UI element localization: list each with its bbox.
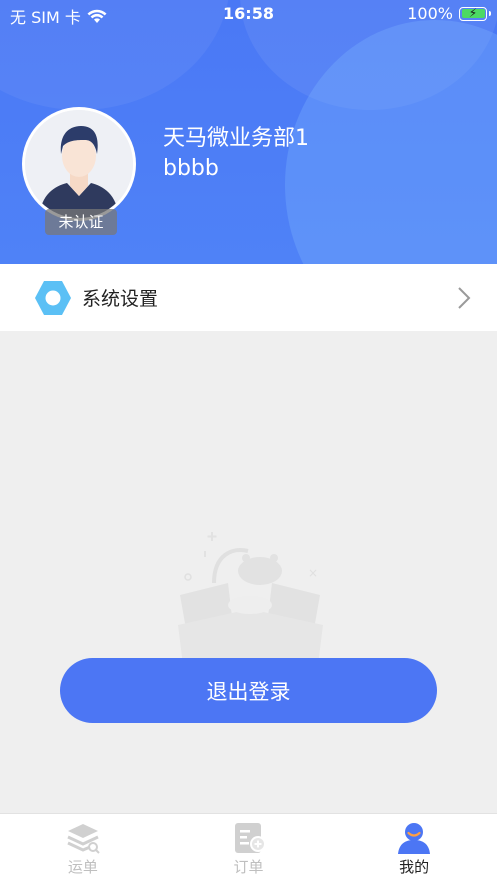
tab-order[interactable]: 订单	[166, 814, 332, 883]
tab-bar: 运单 订单 我的	[0, 813, 497, 883]
avatar[interactable]	[22, 107, 136, 221]
battery-indicator: 100% ⚡	[407, 4, 491, 23]
user-avatar-icon	[25, 110, 133, 218]
system-settings-label: 系统设置	[82, 288, 159, 310]
waybill-icon	[67, 824, 100, 854]
profile-account: bbbb	[163, 156, 219, 181]
battery-icon: ⚡	[459, 5, 491, 21]
battery-percentage: 100%	[407, 4, 453, 23]
profile-icon	[398, 823, 431, 854]
logout-button[interactable]: 退出登录	[60, 658, 437, 723]
charging-icon: ⚡	[468, 5, 478, 20]
profile-screen: 无 SIM 卡 16:58 100% ⚡ 未认证 天马微业务部1 bbbb 系统…	[0, 0, 497, 883]
tab-waybill-label: 运单	[67, 858, 98, 876]
profile-header: 无 SIM 卡 16:58 100% ⚡ 未认证 天马微业务部1 bbbb	[0, 0, 497, 264]
tab-waybill[interactable]: 运单	[0, 814, 166, 883]
chevron-right-icon	[458, 287, 471, 309]
verify-status-badge: 未认证	[45, 209, 117, 235]
tab-profile[interactable]: 我的	[331, 814, 497, 883]
tab-profile-label: 我的	[399, 858, 430, 876]
empty-box-illustration: ×	[178, 532, 323, 665]
order-icon	[234, 823, 266, 853]
profile-name: 天马微业务部1	[163, 126, 309, 151]
settings-hexagon-icon	[35, 281, 71, 315]
svg-text:×: ×	[308, 566, 318, 580]
status-bar: 无 SIM 卡 16:58 100% ⚡	[0, 0, 497, 30]
system-settings-row[interactable]: 系统设置	[0, 264, 497, 331]
tab-order-label: 订单	[233, 858, 264, 876]
